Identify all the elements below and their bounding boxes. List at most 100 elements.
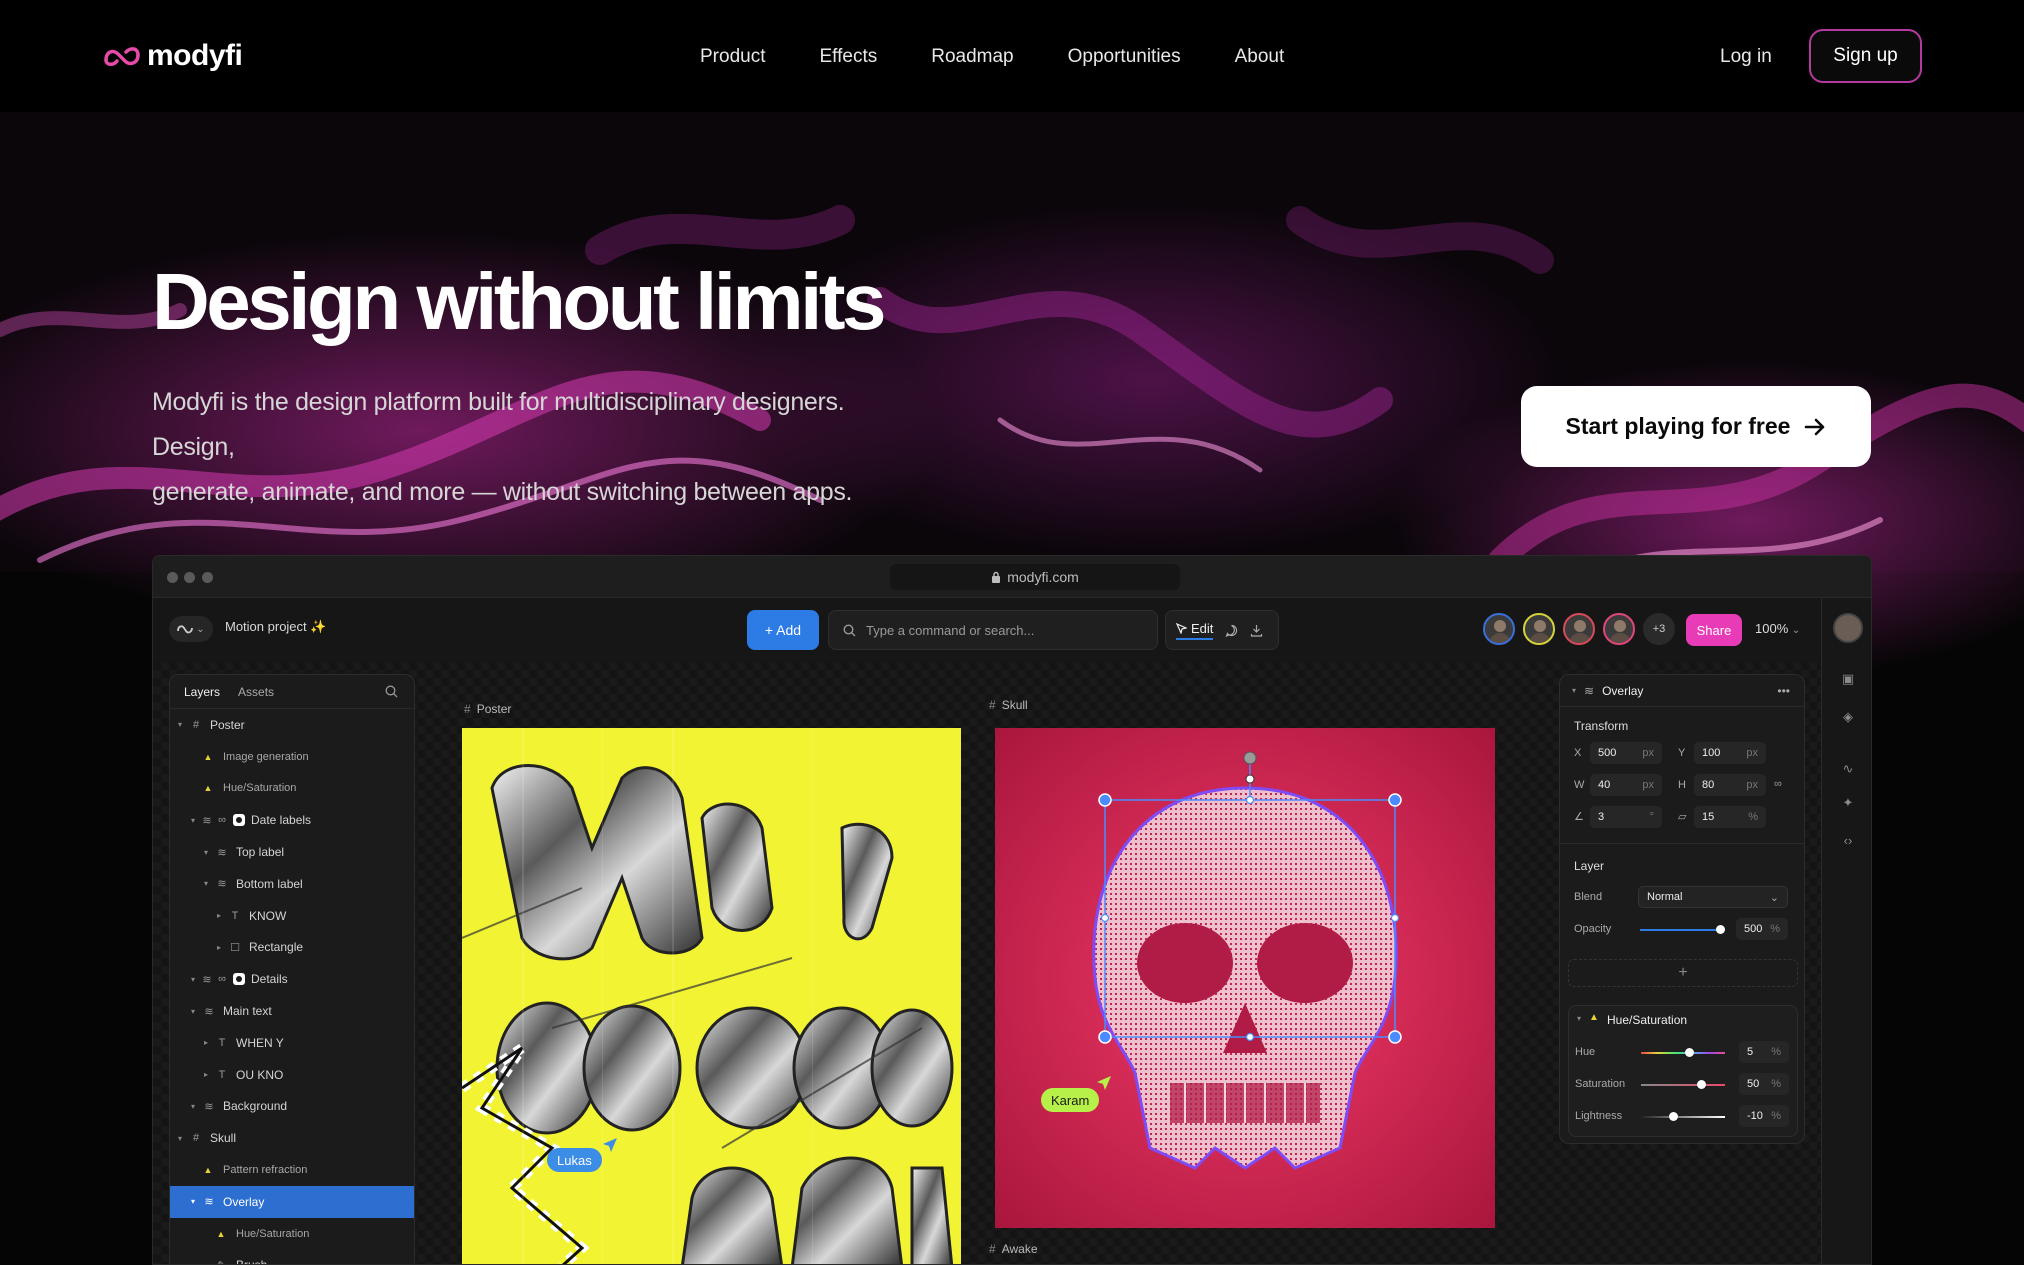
chevron-down-icon[interactable]: ▾ [1577, 1014, 1581, 1023]
collaborator-avatar-1[interactable] [1483, 613, 1515, 645]
more-collaborators-badge[interactable]: +3 [1643, 613, 1675, 645]
hue-field[interactable]: 5 % [1739, 1041, 1789, 1063]
layer-row[interactable]: ▲ Pattern refraction [170, 1154, 414, 1186]
layer-row[interactable]: ▾ ≋ Background [170, 1091, 414, 1123]
image-icon[interactable]: ▣ [1839, 670, 1857, 688]
expand-caret-icon[interactable]: ▾ [178, 720, 188, 729]
add-effect-button[interactable]: + [1568, 959, 1798, 987]
layer-row[interactable]: ▾ ≋ Bottom label [170, 868, 414, 900]
window-minimize-dot[interactable] [184, 572, 195, 583]
collaborator-avatar-4[interactable] [1603, 613, 1635, 645]
collaborator-avatar-3[interactable] [1563, 613, 1595, 645]
login-link[interactable]: Log in [1720, 40, 1772, 74]
expand-caret-icon[interactable]: ▾ [191, 816, 201, 825]
saturation-field[interactable]: 50 % [1739, 1073, 1789, 1095]
expand-caret-icon[interactable]: ▸ [204, 1070, 214, 1079]
poster-frame[interactable] [462, 728, 961, 1264]
expand-caret-icon[interactable]: ▾ [191, 1102, 201, 1111]
nav-link-effects[interactable]: Effects [819, 40, 877, 74]
code-icon[interactable]: ‹› [1839, 832, 1857, 850]
tab-layers[interactable]: Layers [184, 685, 220, 699]
hue-slider[interactable] [1641, 1048, 1725, 1057]
layer-name: Hue/Saturation [236, 1227, 310, 1240]
layer-row[interactable]: ✎ Brush [170, 1250, 414, 1264]
skew-field[interactable]: 15 % [1694, 806, 1766, 828]
add-button[interactable]: + Add [747, 610, 819, 650]
signup-button[interactable]: Sign up [1809, 29, 1922, 83]
saturation-slider[interactable] [1641, 1080, 1725, 1089]
chevron-down-icon[interactable]: ▾ [1572, 686, 1576, 695]
layer-row[interactable]: ▸ ☐ Rectangle [170, 932, 414, 964]
layer-name: Date labels [251, 813, 312, 828]
expand-caret-icon[interactable]: ▸ [217, 943, 227, 952]
expand-caret-icon[interactable]: ▾ [191, 1197, 201, 1206]
selection-box[interactable] [995, 728, 1495, 1228]
layer-row[interactable]: ▾ ≋ ∞ Details [170, 963, 414, 995]
layer-row[interactable]: ▾ # Skull [170, 1122, 414, 1154]
awake-frame-label[interactable]: # Awake [989, 1242, 1038, 1256]
logo[interactable]: modyfi [103, 38, 243, 74]
comment-icon[interactable] [1225, 624, 1238, 637]
lightness-field[interactable]: -10 % [1739, 1105, 1789, 1127]
collaborator-avatar-2[interactable] [1523, 613, 1555, 645]
layer-row[interactable]: ▲ Image generation [170, 741, 414, 773]
layer-row[interactable]: ▾ ≋ Main text [170, 995, 414, 1027]
layer-row[interactable]: ▾ ≋ Top label [170, 836, 414, 868]
zoom-value: 100% [1755, 621, 1789, 636]
current-user-avatar[interactable] [1833, 613, 1863, 643]
opacity-slider[interactable] [1640, 925, 1725, 934]
start-playing-button[interactable]: Start playing for free [1521, 386, 1871, 467]
curve-icon[interactable]: ∿ [1839, 760, 1857, 778]
skull-frame-label[interactable]: # Skull [989, 698, 1028, 712]
expand-caret-icon[interactable]: ▸ [204, 1038, 214, 1047]
layer-row[interactable]: ▾ # Poster [170, 709, 414, 741]
lightness-slider-knob[interactable] [1669, 1112, 1678, 1121]
expand-caret-icon[interactable]: ▸ [217, 911, 227, 920]
component-icon[interactable]: ◈ [1839, 708, 1857, 726]
hue-label: Hue [1575, 1046, 1596, 1058]
nav-link-product[interactable]: Product [700, 40, 765, 74]
layer-row[interactable]: ▸ T OU KNO [170, 1059, 414, 1091]
layer-row[interactable]: ▾ ≋ ∞ Date labels [170, 804, 414, 836]
app-menu-button[interactable]: ⌄ [169, 616, 213, 642]
nav-link-about[interactable]: About [1235, 40, 1285, 74]
link-icon[interactable]: ∞ [1774, 778, 1782, 790]
expand-caret-icon[interactable]: ▾ [191, 975, 201, 984]
edit-mode-tab[interactable]: Edit [1176, 621, 1214, 640]
blend-select[interactable]: Normal ⌄ [1638, 886, 1788, 908]
layer-row[interactable]: ▸ T KNOW [170, 900, 414, 932]
sparkle-icon[interactable]: ✦ [1839, 794, 1857, 812]
layer-row[interactable]: ▲ Hue/Saturation [170, 1218, 414, 1250]
download-icon[interactable] [1250, 624, 1263, 637]
x-field[interactable]: 500 px [1590, 742, 1662, 764]
tab-assets[interactable]: Assets [238, 685, 274, 699]
more-icon[interactable]: ••• [1777, 684, 1790, 698]
opacity-slider-knob[interactable] [1716, 925, 1725, 934]
layers-search-icon[interactable] [385, 685, 398, 698]
layer-row[interactable]: ▾ ≋ Overlay [170, 1185, 414, 1218]
nav-link-opportunities[interactable]: Opportunities [1068, 40, 1181, 74]
zoom-level[interactable]: 100% ⌄ [1755, 621, 1800, 636]
h-field[interactable]: 80 px [1694, 774, 1766, 796]
w-field[interactable]: 40 px [1590, 774, 1662, 796]
hue-slider-knob[interactable] [1685, 1048, 1694, 1057]
expand-caret-icon[interactable]: ▾ [204, 879, 214, 888]
expand-caret-icon[interactable]: ▾ [191, 1007, 201, 1016]
project-name[interactable]: Motion project ✨ [225, 619, 326, 635]
saturation-slider-knob[interactable] [1697, 1080, 1706, 1089]
lightness-slider[interactable] [1641, 1112, 1725, 1121]
nav-link-roadmap[interactable]: Roadmap [931, 40, 1013, 74]
url-bar[interactable]: modyfi.com [890, 564, 1180, 590]
window-maximize-dot[interactable] [202, 572, 213, 583]
layer-row[interactable]: ▲ Hue/Saturation [170, 773, 414, 805]
y-field[interactable]: 100 px [1694, 742, 1766, 764]
poster-frame-label[interactable]: # Poster [464, 702, 511, 716]
window-close-dot[interactable] [167, 572, 178, 583]
command-search-input[interactable]: Type a command or search... [828, 610, 1158, 650]
expand-caret-icon[interactable]: ▾ [204, 848, 214, 857]
rotation-field[interactable]: 3 ° [1590, 806, 1662, 828]
expand-caret-icon[interactable]: ▾ [178, 1134, 188, 1143]
layer-row[interactable]: ▸ T WHEN Y [170, 1027, 414, 1059]
opacity-field[interactable]: 500 % [1736, 918, 1788, 940]
share-button[interactable]: Share [1686, 614, 1742, 646]
